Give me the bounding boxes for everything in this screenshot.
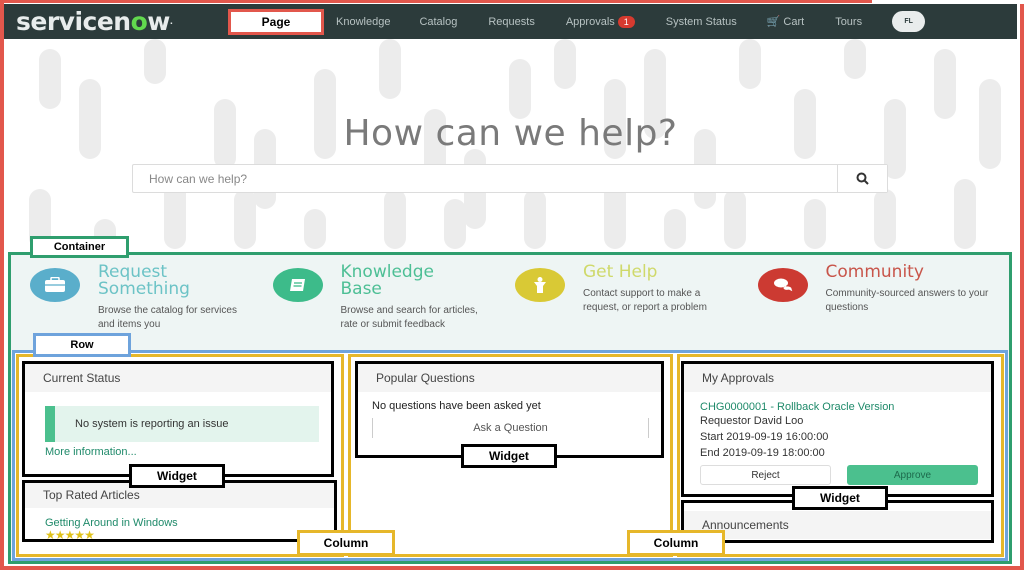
search-icon [856, 172, 869, 185]
widget-title: Popular Questions [358, 364, 661, 392]
background-pill [384, 189, 406, 249]
star-icon: ★ [84, 528, 95, 542]
logo-mark: . [169, 17, 173, 26]
star-icon: ★ [74, 528, 85, 542]
quicklink-get-help[interactable]: Get Help Contact support to make a reque… [515, 264, 758, 332]
column-annotation-label: Column [297, 530, 395, 556]
quicklink-description: Contact support to make a request, or re… [583, 288, 707, 313]
widget-annotation-label: Widget [129, 464, 225, 488]
logo-text: servicen [16, 7, 131, 36]
background-pill [739, 39, 761, 89]
quicklink-title: Community [825, 262, 924, 282]
more-information-link[interactable]: More information... [45, 446, 331, 458]
briefcase-icon [30, 268, 80, 302]
background-pill [304, 209, 326, 249]
nav-cart-label: Cart [783, 15, 805, 28]
quicklink-title: Get Help [583, 262, 658, 282]
hero-title: How can we help? [343, 113, 678, 154]
approve-button[interactable]: Approve [847, 465, 978, 485]
approval-start: Start 2019-09-19 16:00:00 [700, 431, 829, 443]
search-bar [132, 164, 888, 193]
my-approvals-widget: My Approvals CHG0000001 - Rollback Oracl… [681, 361, 994, 497]
background-pill [509, 59, 531, 119]
quicklink-description: Browse the catalog for services and item… [98, 305, 237, 330]
top-rated-articles-widget: Top Rated Articles Getting Around in Win… [22, 480, 337, 542]
search-input[interactable] [133, 165, 837, 192]
star-rating: ★★★★★ [45, 528, 334, 542]
nav-system-status[interactable]: System Status [666, 16, 737, 28]
quick-links: Request Something Browse the catalog for … [30, 264, 1000, 332]
approval-end: End 2019-09-19 18:00:00 [700, 447, 825, 459]
widget-title: Current Status [25, 364, 331, 392]
logo-accent: o [130, 7, 148, 36]
quicklink-description: Browse and search for articles, rate or … [340, 305, 478, 330]
star-icon: ★ [64, 528, 76, 542]
background-pill [724, 189, 746, 249]
background-pill [524, 189, 546, 249]
logo-text-end: w [147, 7, 170, 36]
background-pill [379, 39, 401, 99]
user-avatar[interactable]: FL [892, 11, 926, 32]
person-icon [515, 268, 565, 302]
quicklink-description: Community-sourced answers to your questi… [825, 288, 989, 313]
background-pill [844, 39, 866, 79]
nav-requests[interactable]: Requests [488, 16, 534, 28]
approval-item-link[interactable]: CHG0000001 - Rollback Oracle Version [700, 400, 991, 414]
quicklink-community[interactable]: Community Community-sourced answers to y… [757, 262, 1001, 332]
book-icon [272, 268, 323, 302]
star-icon: ★ [54, 528, 66, 542]
background-pill [554, 39, 576, 89]
background-pill [234, 189, 256, 249]
background-pill [804, 199, 826, 249]
widget-title: Announcements [684, 511, 991, 539]
row-annotation-label: Row [33, 333, 131, 357]
widget-annotation-label: Widget [461, 444, 557, 468]
widget-title: My Approvals [684, 364, 991, 392]
reject-button[interactable]: Reject [700, 465, 831, 485]
nav-tours[interactable]: Tours [835, 16, 862, 28]
quicklink-knowledge-base[interactable]: Knowledge Base Browse and search for arti… [272, 262, 516, 332]
cart-icon: 🛒 [766, 16, 781, 28]
background-pill [874, 189, 896, 249]
status-message: No system is reporting an issue [45, 406, 319, 442]
star-icon: ★ [45, 528, 56, 542]
column-annotation-label: Column [627, 530, 725, 556]
nav-menu: Page Knowledge Catalog Requests Approval… [228, 4, 926, 39]
hero-section: How can we help? [4, 39, 1017, 251]
nav-approvals[interactable]: Approvals 1 [565, 15, 635, 28]
background-pill [664, 209, 686, 249]
approval-requestor: Requestor David Loo [700, 415, 804, 427]
background-pill [934, 49, 956, 119]
background-pill [144, 39, 166, 84]
quicklink-title: Request Something [98, 262, 190, 299]
nav-approvals-label: Approvals [565, 15, 615, 28]
background-pill [444, 199, 466, 249]
ask-question-button[interactable]: Ask a Question [372, 418, 649, 438]
nav-cart[interactable]: 🛒 Cart [766, 15, 805, 29]
container-annotation-label: Container [30, 236, 129, 258]
current-status-widget: Current Status No system is reporting an… [22, 361, 334, 477]
empty-questions-message: No questions have been asked yet [372, 400, 541, 412]
quicklink-title: Knowledge Base [340, 262, 434, 299]
quicklink-request-something[interactable]: Request Something Browse the catalog for … [30, 264, 273, 332]
widget-annotation-label: Widget [792, 486, 888, 510]
background-pill [39, 49, 61, 109]
nav-catalog[interactable]: Catalog [419, 16, 457, 28]
approvals-count-badge: 1 [617, 15, 635, 28]
page-annotation-label: Page [228, 8, 324, 35]
chat-icon [757, 268, 808, 302]
nav-knowledge[interactable]: Knowledge [336, 16, 390, 28]
top-navbar: servicenow. Page Knowledge Catalog Reque… [4, 4, 1017, 39]
servicenow-logo[interactable]: servicenow. [16, 4, 228, 39]
search-button[interactable] [837, 165, 887, 192]
background-pill [954, 179, 976, 249]
